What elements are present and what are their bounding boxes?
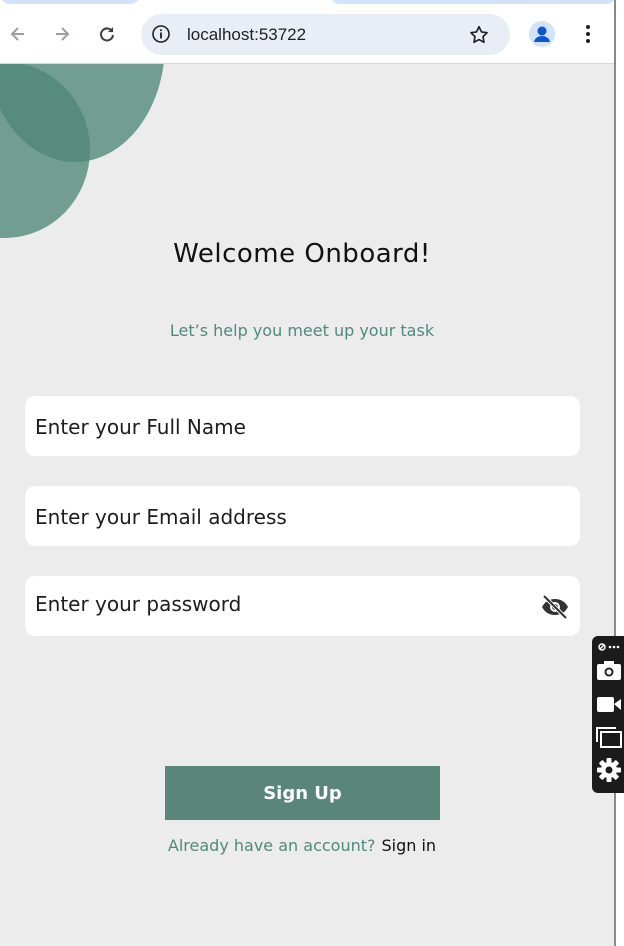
signup-page: Welcome Onboard! Let’s help you meet up … <box>0 64 614 946</box>
browser-toolbar: localhost:53722 <box>0 0 616 64</box>
extension-toolbar <box>592 636 624 793</box>
signin-prompt-row: Already have an account? Sign in <box>0 836 604 855</box>
forward-button[interactable] <box>46 18 78 50</box>
page-title: Welcome Onboard! <box>173 239 431 269</box>
reload-icon <box>100 27 114 42</box>
settings-button[interactable] <box>596 758 622 782</box>
page-subtitle: Let’s help you meet up your task <box>169 321 435 340</box>
person-icon <box>534 26 550 42</box>
reload-button[interactable] <box>91 18 123 50</box>
email-placeholder: Enter your Email address <box>35 505 287 529</box>
window-capture-button[interactable] <box>596 725 622 749</box>
tab-strip-edge <box>0 0 140 4</box>
video-icon <box>597 697 621 712</box>
window-icon <box>596 727 622 748</box>
back-button[interactable] <box>2 18 34 50</box>
more-icon[interactable] <box>608 645 612 649</box>
sign-in-link[interactable]: Sign in <box>382 836 437 855</box>
address-bar[interactable]: localhost:53722 <box>141 14 510 55</box>
sign-up-button[interactable]: Sign Up <box>165 766 440 820</box>
link-icon <box>598 643 620 651</box>
signin-prompt: Already have an account? <box>167 836 376 855</box>
info-icon[interactable] <box>151 24 171 44</box>
password-placeholder: Enter your password <box>35 592 242 616</box>
extension-header <box>596 638 622 656</box>
tab-strip-edge <box>330 0 616 4</box>
password-field[interactable]: Enter your password <box>25 576 580 636</box>
email-field[interactable]: Enter your Email address <box>25 486 580 546</box>
full-name-placeholder: Enter your Full Name <box>35 415 246 439</box>
arrow-left-icon <box>10 27 24 41</box>
browser-window: localhost:53722 Welcome Onboard! Let’s h… <box>0 0 624 946</box>
profile-button[interactable] <box>529 21 555 47</box>
eye-slash-icon[interactable] <box>540 594 570 620</box>
url-text[interactable]: localhost:53722 <box>187 25 306 45</box>
screenshot-button[interactable] <box>596 658 622 682</box>
kebab-icon[interactable] <box>578 22 598 46</box>
gear-icon <box>597 758 621 782</box>
camera-icon <box>597 661 621 680</box>
full-name-field[interactable]: Enter your Full Name <box>25 396 580 456</box>
record-video-button[interactable] <box>596 692 622 716</box>
star-icon[interactable] <box>468 24 490 46</box>
window-edge <box>614 0 624 946</box>
arrow-right-icon <box>56 27 70 41</box>
